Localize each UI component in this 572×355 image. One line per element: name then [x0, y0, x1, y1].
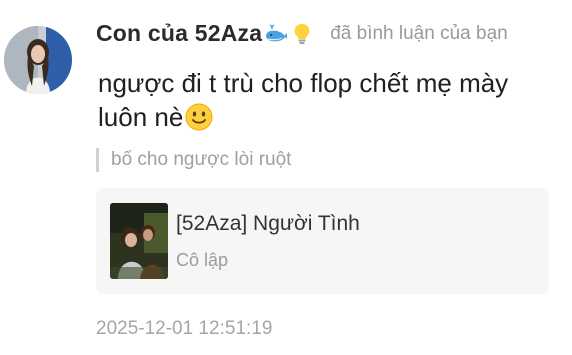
avatar[interactable]: [4, 26, 72, 94]
shared-song-card[interactable]: [52Aza] Người Tình Cô lập: [96, 188, 549, 294]
slightly-smiling-face-icon: [185, 103, 213, 131]
quoted-reply[interactable]: bố cho ngược lòi ruột: [96, 146, 291, 174]
username[interactable]: Con của 52Aza: [96, 20, 262, 47]
song-title: [52Aza] Người Tình: [176, 212, 360, 235]
notification-header: Con của 52Aza đã bình luận của bạn: [96, 20, 508, 47]
comment-notification: Con của 52Aza đã bình luận của bạn ngược…: [0, 0, 572, 355]
timestamp: 2025-12-01 12:51:19: [96, 318, 273, 339]
comment-body: ngược đi t trù cho flop chết mẹ mày luôn…: [98, 66, 548, 134]
song-cover-image: [110, 203, 168, 279]
action-text: đã bình luận của bạn: [330, 22, 508, 44]
song-artist: Cô lập: [176, 250, 229, 270]
quote-bar: [96, 148, 99, 172]
lightbulb-icon: [290, 22, 314, 46]
whale-icon: [264, 22, 288, 46]
comment-text: ngược đi t trù cho flop chết mẹ mày luôn…: [98, 68, 509, 132]
quoted-reply-text: bố cho ngược lòi ruột: [111, 149, 292, 170]
avatar-image: [4, 26, 72, 94]
